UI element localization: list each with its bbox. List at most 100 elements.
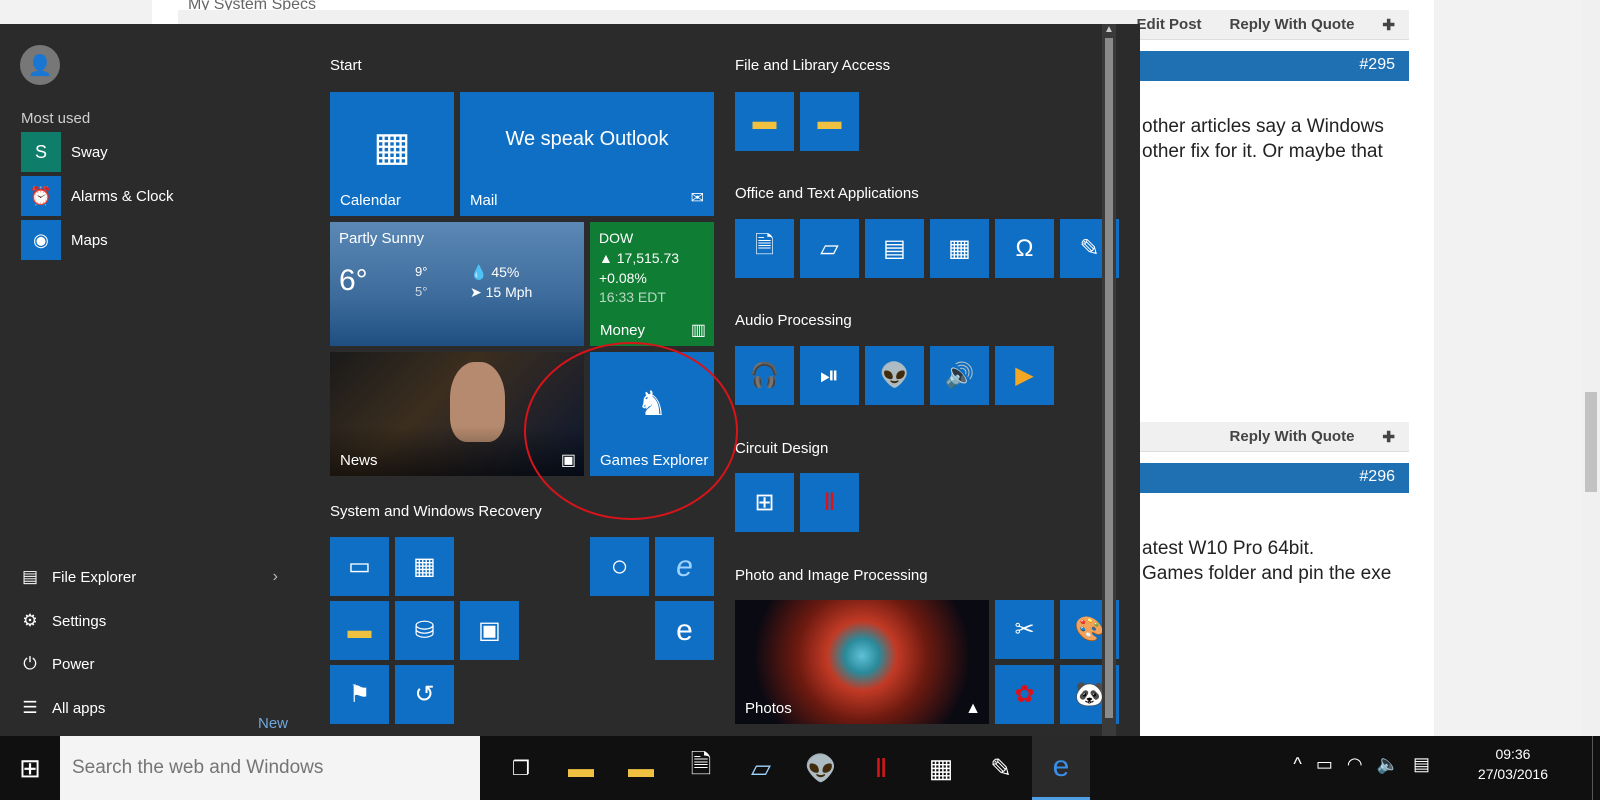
file-explorer-item[interactable]: ▤ File Explorer › (20, 558, 290, 596)
edit-post-link[interactable]: Edit Post (1137, 16, 1202, 34)
photos-tile[interactable]: Photos ▲ (735, 600, 989, 724)
group-title-photo[interactable]: Photo and Image Processing (735, 567, 928, 584)
most-used-item-sway[interactable]: S Sway (21, 132, 301, 172)
settings-item[interactable]: ⚙ Settings (20, 602, 290, 640)
group-title-start[interactable]: Start (330, 57, 362, 74)
media-player-icon: ⏯ (819, 361, 840, 389)
calculator-icon: ▦ (948, 235, 971, 262)
photo-app-tile[interactable]: ✿ (995, 665, 1054, 724)
photo-app-tile[interactable]: ✂ (995, 600, 1054, 659)
circuit-app-tile[interactable]: ⊞ (735, 473, 794, 532)
most-used-title: Most used (21, 110, 91, 127)
battery-icon[interactable]: ▭ (1316, 754, 1333, 775)
most-used-item-maps[interactable]: ◉ Maps (21, 220, 301, 260)
chevron-up-icon[interactable]: ^ (1293, 754, 1301, 775)
envelope-icon: ✉ (690, 190, 704, 207)
task-view-button[interactable]: ❐ (492, 736, 550, 800)
audio-app-tile[interactable]: ⏯ (800, 346, 859, 405)
group-title-audio[interactable]: Audio Processing (735, 312, 852, 329)
search-input[interactable] (72, 757, 472, 779)
calendar-tile[interactable]: ▦ Calendar (330, 92, 454, 216)
chevron-right-icon[interactable]: › (273, 568, 278, 586)
post-number[interactable]: #296 (1359, 468, 1395, 486)
group-title-system[interactable]: System and Windows Recovery (330, 503, 542, 520)
office-app-tile[interactable]: ▤ (865, 219, 924, 278)
start-button[interactable]: ⊞ (0, 736, 60, 800)
user-avatar[interactable]: 👤 (20, 45, 60, 85)
audio-app-tile[interactable]: ▶ (995, 346, 1054, 405)
reply-with-quote-link[interactable]: Reply With Quote (1230, 428, 1355, 446)
system-app-tile[interactable]: ▦ (395, 537, 454, 596)
taskbar-app[interactable]: ▬ (552, 736, 610, 800)
post-text: atest W10 Pro 64bit. (1142, 538, 1315, 559)
page-scrollbar-thumb[interactable] (1585, 392, 1597, 492)
scroll-up-arrow[interactable]: ▲ (1102, 24, 1116, 35)
system-app-tile[interactable]: ▬ (330, 601, 389, 660)
reply-with-quote-link[interactable]: Reply With Quote (1230, 16, 1355, 34)
system-app-tile[interactable]: ⛁ (395, 601, 454, 660)
library-folder-tile[interactable]: ▬ (800, 92, 859, 151)
audio-app-tile[interactable]: 🎧 (735, 346, 794, 405)
scanner-icon: ✂ (1014, 616, 1035, 643)
multi-quote-icon[interactable]: ✚ (1382, 428, 1395, 446)
office-app-tile[interactable]: ▱ (800, 219, 859, 278)
gear-icon: ⚙ (22, 611, 38, 630)
multi-quote-icon[interactable]: ✚ (1382, 16, 1395, 34)
action-center-icon[interactable]: ▤ (1413, 754, 1430, 775)
most-used-label: Alarms & Clock (71, 187, 174, 205)
taskbar-app[interactable]: ✎ (972, 736, 1030, 800)
post-text: other fix for it. Or maybe that (1142, 141, 1383, 162)
taskbar-app[interactable]: 👽 (792, 736, 850, 800)
edge-tile[interactable]: e (655, 601, 714, 660)
show-desktop-button[interactable] (1592, 736, 1600, 800)
taskbar-app[interactable]: Ⅱ (852, 736, 910, 800)
money-label: Money (600, 322, 646, 339)
system-app-tile[interactable]: ▣ (460, 601, 519, 660)
system-restore-tile[interactable]: ↺ (395, 665, 454, 724)
taskbar-app[interactable]: ▱ (732, 736, 790, 800)
page-scrollbar[interactable] (1582, 0, 1600, 752)
group-title-file-library[interactable]: File and Library Access (735, 57, 890, 74)
system-app-tile[interactable]: ⚑ (330, 665, 389, 724)
folder-clock-icon: ▬ (347, 616, 372, 644)
money-value: ▲ 17,515.73 (599, 250, 680, 266)
internet-explorer-tile[interactable]: e (655, 537, 714, 596)
group-title-circuit[interactable]: Circuit Design (735, 440, 828, 457)
audio-app-tile[interactable]: 👽 (865, 346, 924, 405)
droplet-icon: 💧 (470, 264, 488, 280)
folder-icon: ▬ (568, 752, 594, 783)
wifi-icon[interactable]: ◠ (1347, 754, 1363, 775)
most-used-item-alarms[interactable]: ⏰ Alarms & Clock (21, 176, 301, 216)
post-text: Games folder and pin the exe (1142, 563, 1392, 584)
power-item[interactable]: ⏻ Power (20, 645, 290, 683)
taskbar-app-edge[interactable]: e (1032, 736, 1090, 800)
start-menu: 👤 Most used S Sway ⏰ Alarms & Clock ◉ Ma… (0, 24, 1140, 752)
search-box[interactable] (60, 736, 480, 800)
clock-date: 27/03/2016 (1477, 766, 1548, 782)
cortana-tile[interactable]: ○ (590, 537, 649, 596)
office-app-tile[interactable]: Ω (995, 219, 1054, 278)
post-number[interactable]: #295 (1359, 56, 1395, 74)
user-icon: 👤 (27, 54, 53, 77)
folder-icon: ▬ (817, 107, 842, 135)
group-title-office[interactable]: Office and Text Applications (735, 185, 919, 202)
start-menu-scrollbar[interactable]: ▲ ▼ (1102, 24, 1116, 752)
start-menu-scrollbar-thumb[interactable] (1105, 38, 1113, 718)
office-app-tile[interactable]: ▦ (930, 219, 989, 278)
money-tile[interactable]: DOW ▲ 17,515.73 +0.08% 16:33 EDT Money ▥ (590, 222, 714, 346)
office-app-tile[interactable]: 🗎 (735, 219, 794, 278)
taskbar-clock[interactable]: 09:36 27/03/2016 (1478, 744, 1548, 784)
taskbar-app[interactable]: 🗎 (672, 736, 730, 800)
mail-tile[interactable]: We speak Outlook Mail ✉ (460, 92, 714, 216)
folder-icon: ▤ (21, 567, 39, 586)
system-app-tile[interactable]: ▭ (330, 537, 389, 596)
taskbar-app[interactable]: ▦ (912, 736, 970, 800)
all-apps-item[interactable]: ☰ All apps (20, 689, 290, 727)
audio-app-tile[interactable]: 🔊 (930, 346, 989, 405)
library-folder-tile[interactable]: ▬ (735, 92, 794, 151)
circuit-app-tile[interactable]: Ⅱ (800, 473, 859, 532)
taskbar-app[interactable]: ▬ (612, 736, 670, 800)
edge-icon: e (1052, 749, 1070, 783)
weather-tile[interactable]: Partly Sunny 6° 9° 5° 💧 45% ➤ 15 Mph (330, 222, 584, 346)
volume-icon[interactable]: 🔈 (1377, 754, 1399, 775)
